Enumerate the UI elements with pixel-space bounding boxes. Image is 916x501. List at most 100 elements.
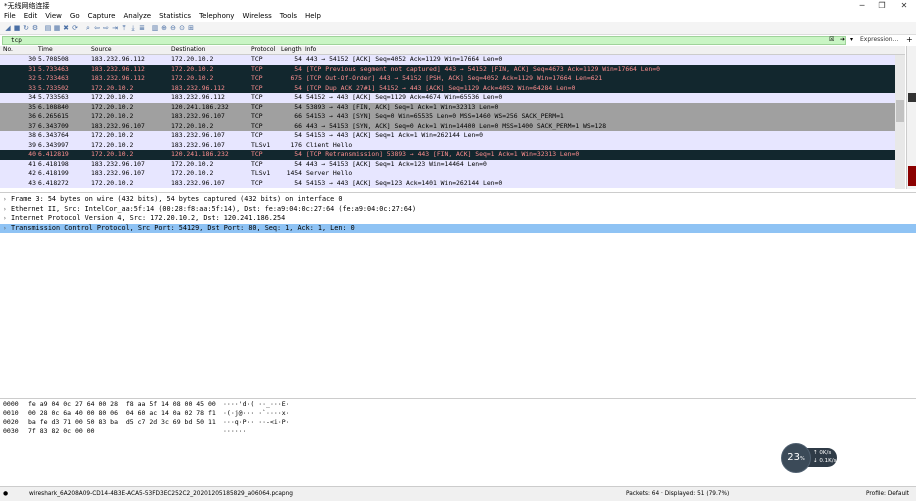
packet-row[interactable]: 39 6.343997 172.20.10.2 183.232.96.107 TLSv1… xyxy=(0,140,895,150)
last-packet-icon[interactable]: ⤓ xyxy=(129,24,137,32)
hex-bytes[interactable]: 7f 83 82 0c 00 00 xyxy=(28,427,95,436)
column-source[interactable]: Source xyxy=(91,46,112,54)
expand-arrow-icon[interactable]: › xyxy=(3,205,7,215)
detail-tree-item[interactable]: › Transmission Control Protocol, Src Port… xyxy=(0,223,916,234)
packet-row[interactable]: 43 6.418272 172.20.10.2 183.232.96.107 TCP 54… xyxy=(0,178,895,188)
menu-go[interactable]: Go xyxy=(66,11,84,22)
column-info[interactable]: Info xyxy=(305,46,316,54)
close-button[interactable]: ✕ xyxy=(894,0,914,11)
zoom-out-icon[interactable]: ⊖ xyxy=(169,24,177,32)
hex-offset[interactable]: 0030 xyxy=(3,427,19,436)
menu-help[interactable]: Help xyxy=(301,11,325,22)
colorize-icon[interactable]: ▥ xyxy=(151,24,159,32)
scrollbar-thumb[interactable] xyxy=(896,100,904,122)
packet-minimap[interactable] xyxy=(906,46,916,189)
packet-row[interactable]: 33 5.733502 172.20.10.2 183.232.96.112 TCP 54… xyxy=(0,83,895,93)
packet-row[interactable]: 37 6.343709 183.232.96.107 172.20.10.2 TCP 66… xyxy=(0,121,895,131)
maximize-button[interactable]: ❐ xyxy=(872,0,892,11)
packet-row[interactable]: 42 6.418199 183.232.96.107 172.20.10.2 TLSv1… xyxy=(0,169,895,179)
hex-offset[interactable]: 0000 xyxy=(3,400,19,409)
menu-tools[interactable]: Tools xyxy=(276,11,301,22)
packet-protocol: TCP xyxy=(251,131,263,139)
packet-time: 6.412819 xyxy=(38,150,69,158)
detail-tree-item[interactable]: › Ethernet II, Src: IntelCor_aa:5f:14 (00… xyxy=(0,205,916,215)
detail-tree-item[interactable]: › Frame 3: 54 bytes on wire (432 bits), 5… xyxy=(0,195,916,205)
packet-info: Server Hello xyxy=(306,169,353,177)
restart-capture-icon[interactable]: ↻ xyxy=(22,24,30,32)
open-file-icon[interactable]: ▤ xyxy=(44,24,52,32)
first-packet-icon[interactable]: ⤒ xyxy=(120,24,128,32)
filter-history-icon[interactable]: ▾ xyxy=(850,36,853,43)
column-length[interactable]: Length xyxy=(281,46,302,54)
expand-arrow-icon[interactable]: › xyxy=(3,195,7,205)
packet-length: 54 xyxy=(294,102,302,111)
shark-fin-start-icon[interactable]: ◢ xyxy=(4,24,12,32)
column-time[interactable]: Time xyxy=(38,46,53,54)
packet-list-scrollbar[interactable] xyxy=(895,55,905,189)
ascii-bytes[interactable]: ···q·P·· ··-<i·P· xyxy=(223,418,290,427)
column-protocol[interactable]: Protocol xyxy=(251,46,275,54)
packet-row[interactable]: 38 6.343764 172.20.10.2 183.232.96.107 TCP 54… xyxy=(0,131,895,141)
capture-options-icon[interactable]: ⚙ xyxy=(31,24,39,32)
menu-file[interactable]: File xyxy=(0,11,20,22)
find-packet-icon[interactable]: ⌕ xyxy=(84,24,92,32)
clear-filter-icon[interactable]: ☒ xyxy=(829,36,834,43)
menu-telephony[interactable]: Telephony xyxy=(195,11,238,22)
ascii-bytes[interactable]: ····'d·( ··_···E· xyxy=(223,400,290,409)
zoom-in-icon[interactable]: ⊕ xyxy=(160,24,168,32)
packet-protocol: TCP xyxy=(251,150,263,158)
ascii-bytes[interactable]: ······ xyxy=(223,427,246,436)
apply-filter-icon[interactable]: ➔ xyxy=(840,36,845,43)
ascii-bytes[interactable]: ·(·j@··· ·`····x· xyxy=(223,409,290,418)
column-destination[interactable]: Destination xyxy=(171,46,205,54)
packet-row[interactable]: 36 6.265615 172.20.10.2 183.232.96.107 TCP 66… xyxy=(0,112,895,122)
network-speed-widget[interactable]: ↑ 0K/s ↓ 0.1K/s 23% xyxy=(781,443,839,473)
menu-view[interactable]: View xyxy=(41,11,66,22)
packet-row[interactable]: 41 6.418198 183.232.96.107 172.20.10.2 TCP 54… xyxy=(0,159,895,169)
packet-length: 1454 xyxy=(286,169,302,177)
autoscroll-icon[interactable]: ≣ xyxy=(138,24,146,32)
menu-capture[interactable]: Capture xyxy=(84,11,120,22)
hex-offset[interactable]: 0010 xyxy=(3,409,19,418)
go-to-packet-icon[interactable]: ⇥ xyxy=(111,24,119,32)
packet-no: 42 xyxy=(28,169,36,177)
packet-row[interactable]: 30 5.708508 183.232.96.112 172.20.10.2 TCP 54… xyxy=(0,55,895,65)
packet-details-pane: › Frame 3: 54 bytes on wire (432 bits), 5… xyxy=(0,192,916,399)
hex-offset[interactable]: 0020 xyxy=(3,418,19,427)
save-file-icon[interactable]: ▦ xyxy=(53,24,61,32)
packet-row[interactable]: 34 5.733563 172.20.10.2 183.232.96.112 TCP 54… xyxy=(0,93,895,103)
expression-button[interactable]: Expression… xyxy=(860,36,899,43)
packet-row[interactable]: 40 6.412819 172.20.10.2 120.241.186.232 TCP 5… xyxy=(0,150,895,160)
profile-indicator[interactable]: Profile: Default xyxy=(866,487,909,501)
hex-bytes[interactable]: fe a9 04 0c 27 64 00 28 f8 aa 5f 14 08 0… xyxy=(28,400,216,409)
resize-columns-icon[interactable]: ⊞ xyxy=(187,24,195,32)
packet-row[interactable]: 35 6.108840 172.20.10.2 120.241.186.232 TCP 5… xyxy=(0,102,895,112)
menu-edit[interactable]: Edit xyxy=(20,11,42,22)
reload-icon[interactable]: ⟳ xyxy=(71,24,79,32)
expand-arrow-icon[interactable]: › xyxy=(3,214,7,224)
minimize-button[interactable]: ─ xyxy=(852,0,872,11)
expert-info-icon[interactable]: ● xyxy=(3,487,8,501)
menu-analyze[interactable]: Analyze xyxy=(119,11,155,22)
go-back-icon[interactable]: ⇦ xyxy=(93,24,101,32)
packet-row[interactable]: 31 5.733463 183.232.96.112 172.20.10.2 TCP 54… xyxy=(0,64,895,74)
menu-statistics[interactable]: Statistics xyxy=(155,11,195,22)
hex-bytes[interactable]: 00 28 0c 6a 40 00 80 06 04 60 ac 14 0a 0… xyxy=(28,409,216,418)
expand-arrow-icon[interactable]: › xyxy=(3,224,7,234)
zoom-reset-icon[interactable]: ⊙ xyxy=(178,24,186,32)
packet-row[interactable]: 32 5.733463 183.232.96.112 172.20.10.2 TCP 67… xyxy=(0,74,895,84)
packet-info: 54153 → 443 [SYN] Seq=0 Win=65535 Len=0 … xyxy=(306,112,564,120)
packet-list: 30 5.708508 183.232.96.112 172.20.10.2 TCP 54… xyxy=(0,55,895,189)
download-speed: ↓ 0.1K/s xyxy=(813,458,836,464)
column-no[interactable]: No. xyxy=(3,46,13,54)
stop-capture-icon[interactable]: ■ xyxy=(13,24,21,32)
close-file-icon[interactable]: ✖ xyxy=(62,24,70,32)
packet-source: 183.232.96.107 xyxy=(91,121,145,130)
go-forward-icon[interactable]: ⇨ xyxy=(102,24,110,32)
detail-tree-item[interactable]: › Internet Protocol Version 4, Src: 172.2… xyxy=(0,214,916,224)
hex-bytes[interactable]: ba fe d3 71 00 50 83 ba d5 c7 2d 3c 69 b… xyxy=(28,418,216,427)
detail-text: Ethernet II, Src: IntelCor_aa:5f:14 (00:… xyxy=(11,204,417,213)
menu-wireless[interactable]: Wireless xyxy=(238,11,275,22)
add-filter-button[interactable]: + xyxy=(906,35,913,44)
display-filter-input[interactable]: tcp xyxy=(2,36,846,45)
